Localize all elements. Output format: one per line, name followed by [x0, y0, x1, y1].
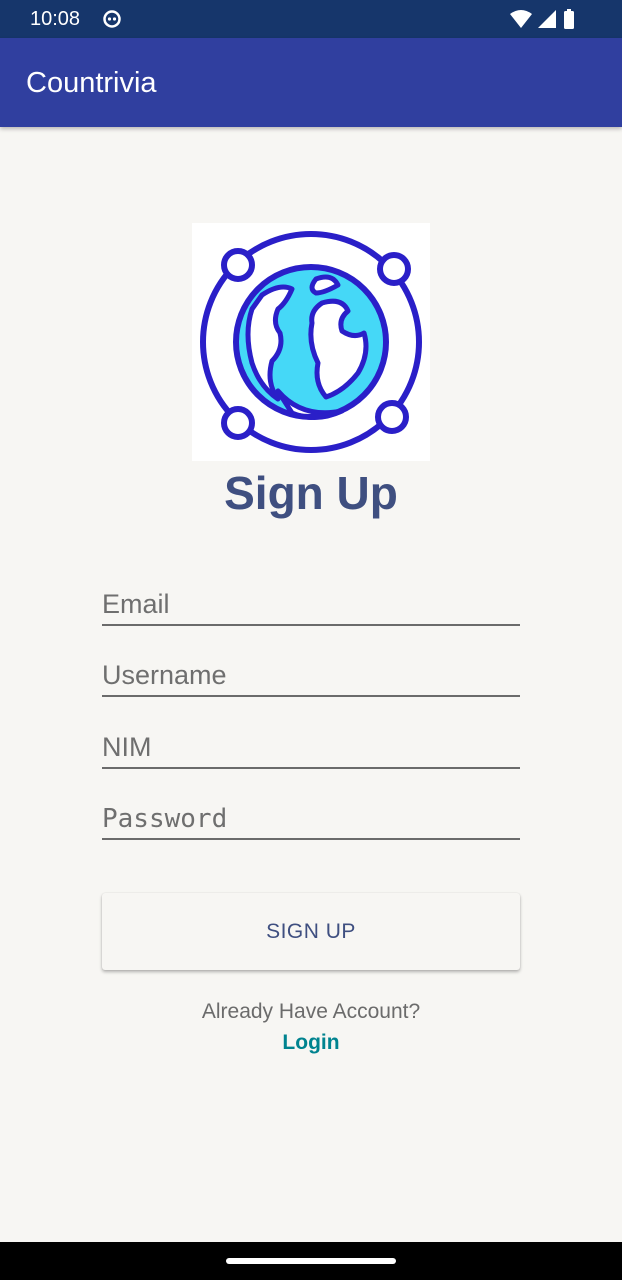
login-link[interactable]: Login [0, 1031, 622, 1055]
globe-orbit-icon [200, 231, 422, 453]
password-field[interactable] [102, 794, 520, 840]
nim-input[interactable] [102, 732, 520, 763]
already-have-account-text: Already Have Account? [201, 1000, 421, 1023]
status-icons [510, 9, 574, 29]
battery-icon [564, 9, 574, 29]
navigation-bar [0, 1242, 622, 1280]
app-title: Countrivia [26, 67, 157, 99]
username-field[interactable] [102, 651, 520, 697]
home-gesture-handle[interactable] [226, 1258, 396, 1264]
email-input[interactable] [102, 589, 520, 620]
username-input[interactable] [102, 660, 520, 691]
wifi-icon [510, 10, 532, 28]
app-notification-icon [103, 10, 121, 28]
status-time: 10:08 [30, 8, 81, 30]
password-input[interactable] [102, 804, 520, 834]
cellular-signal-icon [538, 10, 556, 28]
sign-up-button[interactable]: SIGN UP [102, 893, 520, 970]
app-logo [192, 223, 430, 461]
app-bar: Countrivia [0, 38, 622, 127]
page-title: Sign Up [224, 467, 398, 519]
nim-field[interactable] [102, 723, 520, 769]
email-field[interactable] [102, 580, 520, 626]
status-bar: 10:08 [0, 0, 622, 38]
